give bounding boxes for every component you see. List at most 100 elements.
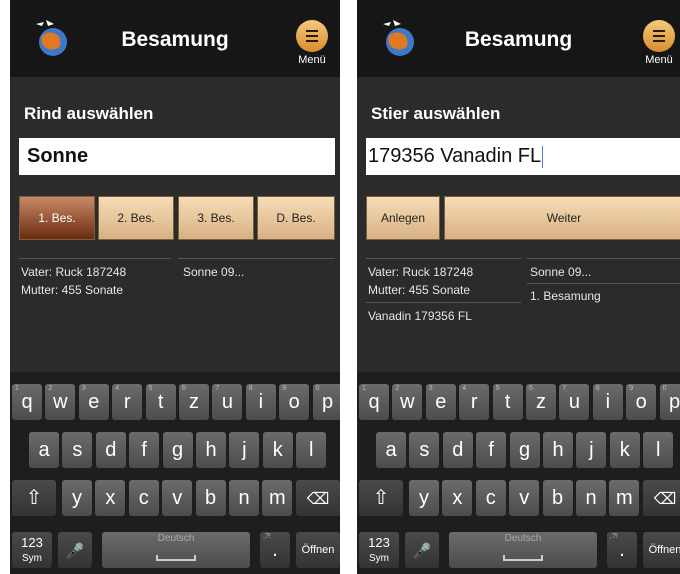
key-n[interactable]: n xyxy=(229,480,259,516)
backspace-icon: ⌫ xyxy=(653,491,677,508)
key-h[interactable]: h xyxy=(543,432,573,468)
key-hint: ,?! xyxy=(610,533,618,540)
key-t[interactable]: t5 xyxy=(145,384,176,420)
menu-icon xyxy=(296,20,328,52)
key-label: y xyxy=(72,487,82,509)
key-label: s xyxy=(72,439,83,461)
key-t[interactable]: t5 xyxy=(492,384,523,420)
key-w[interactable]: w2 xyxy=(392,384,423,420)
key-label: k xyxy=(272,439,283,461)
key-label: r xyxy=(470,391,478,413)
key-r[interactable]: r4 xyxy=(112,384,143,420)
key-z[interactable]: z6 xyxy=(179,384,209,420)
menu-button[interactable]: Menü xyxy=(639,20,679,72)
third-insemination-button[interactable]: 3. Bes. xyxy=(178,196,254,240)
first-insemination-button[interactable]: 1. Bes. xyxy=(19,196,95,240)
key-y[interactable]: y xyxy=(62,480,92,516)
enter-key[interactable]: Öffnen xyxy=(296,532,340,568)
symbols-label: 123 xyxy=(21,535,43,550)
key-hint: 5 xyxy=(148,385,153,392)
key-f[interactable]: f xyxy=(129,432,160,468)
insemination-info: 1. Besamung xyxy=(530,289,601,303)
key-label: i xyxy=(605,391,611,413)
space-key[interactable]: Deutsch xyxy=(449,532,597,568)
key-label: p xyxy=(669,391,680,413)
backspace-key[interactable]: ⌫ xyxy=(643,480,680,516)
key-p[interactable]: p0 xyxy=(659,384,680,420)
key-label: q xyxy=(21,391,33,413)
key-q[interactable]: q1 xyxy=(359,384,389,420)
shift-key[interactable]: ⇧ xyxy=(12,480,56,516)
next-button[interactable]: Weiter xyxy=(444,196,680,240)
key-l[interactable]: l xyxy=(296,432,327,468)
microphone-key[interactable]: 🎤 xyxy=(405,532,439,568)
key-y[interactable]: y xyxy=(409,480,439,516)
key-q[interactable]: q1 xyxy=(12,384,42,420)
key-p[interactable]: p0 xyxy=(312,384,340,420)
key-label: n xyxy=(238,487,250,509)
key-m[interactable]: m xyxy=(262,480,293,516)
key-e[interactable]: e3 xyxy=(425,384,456,420)
symbols-key[interactable]: 123 Sym xyxy=(359,532,399,568)
key-i[interactable]: i8 xyxy=(592,384,623,420)
menu-button[interactable]: Menü xyxy=(292,20,332,72)
key-k[interactable]: k xyxy=(609,432,640,468)
key-u[interactable]: u7 xyxy=(559,384,590,420)
key-a[interactable]: a xyxy=(376,432,406,468)
key-r[interactable]: r4 xyxy=(459,384,490,420)
period-key[interactable]: .,?! xyxy=(260,532,290,568)
key-e[interactable]: e3 xyxy=(78,384,109,420)
microphone-icon: 🎤 xyxy=(65,543,85,560)
enter-key[interactable]: Öffnen xyxy=(643,532,680,568)
space-key[interactable]: Deutsch xyxy=(102,532,250,568)
key-x[interactable]: x xyxy=(442,480,473,516)
key-m[interactable]: m xyxy=(609,480,640,516)
key-f[interactable]: f xyxy=(476,432,507,468)
key-l[interactable]: l xyxy=(643,432,674,468)
symbols-key[interactable]: 123 Sym xyxy=(12,532,52,568)
key-z[interactable]: z6 xyxy=(526,384,556,420)
key-j[interactable]: j xyxy=(229,432,260,468)
backspace-key[interactable]: ⌫ xyxy=(296,480,340,516)
key-u[interactable]: u7 xyxy=(212,384,243,420)
key-h[interactable]: h xyxy=(196,432,226,468)
cow-search-input[interactable]: Sonne xyxy=(19,138,335,175)
create-button[interactable]: Anlegen xyxy=(366,196,440,240)
period-key[interactable]: .,?! xyxy=(607,532,637,568)
shift-key[interactable]: ⇧ xyxy=(359,480,403,516)
key-n[interactable]: n xyxy=(576,480,606,516)
key-label: c xyxy=(138,487,149,509)
key-x[interactable]: x xyxy=(95,480,126,516)
key-i[interactable]: i8 xyxy=(245,384,276,420)
key-w[interactable]: w2 xyxy=(45,384,76,420)
key-label: g xyxy=(172,439,184,461)
key-label: u xyxy=(221,391,233,413)
key-b[interactable]: b xyxy=(542,480,573,516)
key-v[interactable]: v xyxy=(162,480,193,516)
shift-icon: ⇧ xyxy=(25,487,43,509)
key-d[interactable]: d xyxy=(95,432,126,468)
selected-cow-info: Sonne 09... xyxy=(530,265,592,279)
key-s[interactable]: s xyxy=(409,432,440,468)
key-s[interactable]: s xyxy=(62,432,93,468)
key-v[interactable]: v xyxy=(509,480,540,516)
key-label: p xyxy=(322,391,334,413)
key-c[interactable]: c xyxy=(128,480,159,516)
key-g[interactable]: g xyxy=(162,432,193,468)
key-g[interactable]: g xyxy=(509,432,540,468)
key-o[interactable]: o9 xyxy=(279,384,310,420)
key-k[interactable]: k xyxy=(262,432,293,468)
key-c[interactable]: c xyxy=(475,480,506,516)
key-a[interactable]: a xyxy=(29,432,59,468)
microphone-key[interactable]: 🎤 xyxy=(58,532,92,568)
d-insemination-button[interactable]: D. Bes. xyxy=(257,196,335,240)
key-o[interactable]: o9 xyxy=(626,384,657,420)
key-label: v xyxy=(519,487,530,509)
key-j[interactable]: j xyxy=(576,432,607,468)
bull-search-input[interactable]: 179356 Vanadin FL xyxy=(366,138,680,175)
key-d[interactable]: d xyxy=(442,432,473,468)
key-label: e xyxy=(435,391,447,413)
menu-icon xyxy=(643,20,675,52)
second-insemination-button[interactable]: 2. Bes. xyxy=(98,196,174,240)
key-b[interactable]: b xyxy=(195,480,226,516)
